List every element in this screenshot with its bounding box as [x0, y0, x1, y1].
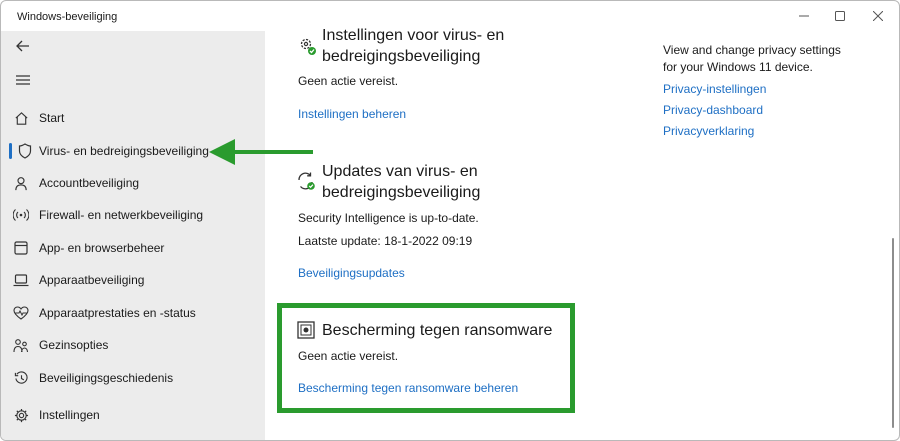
app-title: Windows-beveiliging — [17, 11, 118, 23]
sidebar-item-app-browser[interactable]: App- en browserbeheer — [5, 234, 261, 262]
updates-status: Security Intelligence is up-to-date. — [298, 211, 479, 225]
maximize-button[interactable] — [823, 5, 857, 27]
minimize-button[interactable] — [787, 5, 821, 27]
person-icon — [13, 175, 29, 191]
refresh-check-icon — [296, 171, 316, 191]
gear-check-icon — [298, 37, 318, 57]
updates-section-title: Updates van virus- en bedreigingsbeveili… — [322, 163, 481, 201]
sidebar-item-device-performance[interactable]: Apparaatprestaties en -status — [5, 299, 261, 327]
minimize-icon — [799, 15, 809, 17]
sidebar: Start Virus- en bedreigingsbeveiliging A… — [1, 31, 265, 440]
browser-window-icon — [13, 240, 29, 256]
settings-section-title: Instellingen voor virus- en bedreigingsb… — [322, 27, 505, 65]
sidebar-item-firewall[interactable]: Firewall- en netwerkbeveiliging — [5, 201, 261, 229]
close-icon — [873, 11, 883, 21]
hamburger-icon — [16, 75, 30, 85]
privacy-dashboard-link[interactable]: Privacy-dashboard — [663, 103, 763, 117]
sidebar-item-device-security[interactable]: Apparaatbeveiliging — [5, 266, 261, 294]
hamburger-menu-button[interactable] — [9, 67, 37, 93]
heart-pulse-icon — [13, 305, 29, 321]
selection-indicator — [9, 143, 12, 159]
privacy-description-line1: View and change privacy settings — [663, 43, 841, 57]
back-button[interactable] — [9, 33, 37, 59]
sidebar-item-account[interactable]: Accountbeveiliging — [5, 169, 261, 197]
family-icon — [13, 337, 29, 353]
maximize-icon — [835, 11, 845, 21]
sidebar-item-settings[interactable]: Instellingen — [5, 401, 261, 429]
sidebar-item-family[interactable]: Gezinsopties — [5, 331, 261, 359]
history-icon — [13, 370, 29, 386]
shield-icon — [17, 143, 33, 159]
annotation-arrow-icon — [209, 139, 313, 165]
gear-icon — [13, 407, 29, 423]
settings-status: Geen actie vereist. — [298, 74, 399, 88]
windows-security-window: Windows-beveiliging Start Virus- en bedr… — [0, 0, 900, 441]
security-updates-link[interactable]: Beveiligingsupdates — [298, 266, 405, 280]
last-update-text: Laatste update: 18-1-2022 09:19 — [298, 234, 473, 248]
home-icon — [13, 110, 29, 126]
close-button[interactable] — [861, 5, 895, 27]
privacy-settings-link[interactable]: Privacy-instellingen — [663, 82, 766, 96]
annotation-highlight-box — [277, 303, 575, 413]
laptop-icon — [13, 272, 29, 288]
scrollbar-thumb[interactable] — [892, 238, 894, 428]
manage-settings-link[interactable]: Instellingen beheren — [298, 107, 406, 121]
sidebar-item-start[interactable]: Start — [5, 104, 261, 132]
privacy-description-line2: for your Windows 11 device. — [663, 60, 813, 74]
back-arrow-icon — [16, 40, 29, 52]
wifi-signal-icon — [13, 207, 29, 223]
sidebar-item-history[interactable]: Beveiligingsgeschiedenis — [5, 364, 261, 392]
privacy-statement-link[interactable]: Privacyverklaring — [663, 124, 754, 138]
